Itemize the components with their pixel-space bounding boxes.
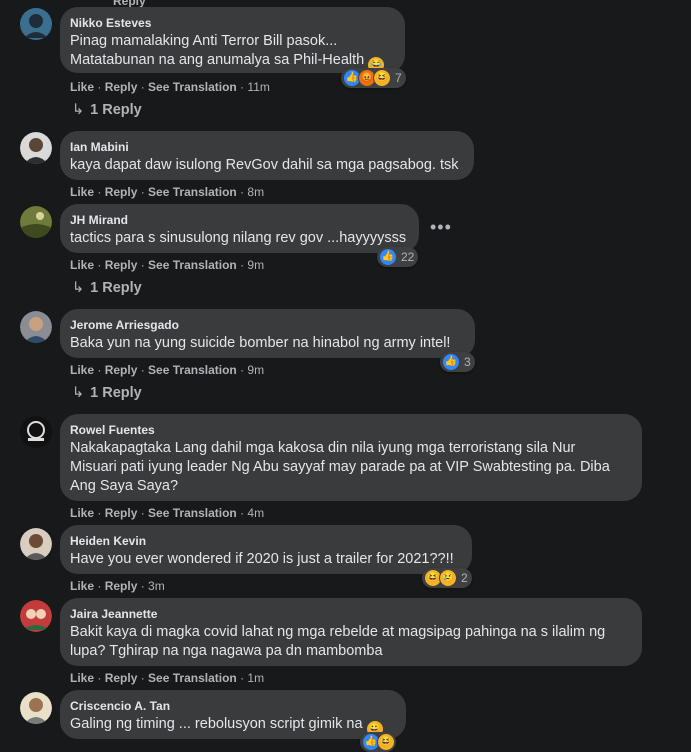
comment-bubble: Jerome Arriesgado Baka yun na yung suici… bbox=[60, 309, 475, 358]
comment-text-line: Pinag mamalaking Anti Terror Bill pasok.… bbox=[70, 33, 338, 49]
reply-button[interactable]: Reply bbox=[105, 506, 138, 520]
comment-author[interactable]: Heiden Kevin bbox=[70, 533, 460, 549]
reactions-summary[interactable]: 👍 3 bbox=[440, 352, 475, 372]
timestamp[interactable]: 1m bbox=[247, 671, 264, 685]
comment-bubble: Ian Mabini kaya dapat daw isulong RevGov… bbox=[60, 131, 474, 180]
timestamp[interactable]: 8m bbox=[247, 185, 264, 199]
comment-author[interactable]: Criscencio A. Tan bbox=[70, 698, 394, 714]
like-button[interactable]: Like bbox=[70, 671, 94, 685]
avatar[interactable] bbox=[20, 132, 52, 164]
comment-text-line: Nakakapagtaka Lang dahil mga kakosa din … bbox=[70, 440, 576, 456]
comment-actions: Like · Reply · See Translation · 9m bbox=[70, 363, 265, 377]
like-button[interactable]: Like bbox=[70, 579, 94, 593]
like-button[interactable]: Like bbox=[70, 363, 94, 377]
comment-author[interactable]: Jerome Arriesgado bbox=[70, 317, 463, 333]
reactions-summary[interactable]: 👍 😆 bbox=[360, 732, 396, 752]
see-translation-button[interactable]: See Translation bbox=[148, 80, 237, 94]
reaction-count: 22 bbox=[401, 250, 415, 264]
view-replies-button[interactable]: ↳ 1 Reply bbox=[72, 102, 142, 118]
reply-button[interactable]: Reply bbox=[105, 80, 138, 94]
more-options-icon[interactable]: ••• bbox=[430, 218, 452, 236]
comment-actions: Like · Reply · See Translation · 4m bbox=[70, 506, 265, 520]
avatar[interactable] bbox=[20, 416, 52, 448]
reactions-summary[interactable]: 👍 😡 😆 7 bbox=[341, 68, 406, 88]
view-replies-button[interactable]: ↳ 1 Reply bbox=[72, 385, 142, 401]
see-translation-button[interactable]: See Translation bbox=[148, 506, 237, 520]
reactions-summary[interactable]: 😆 😢 2 bbox=[422, 568, 472, 588]
comment-text-line: Galing ng timing ... rebolusyon script g… bbox=[70, 716, 363, 732]
comment-bubble: Rowel Fuentes Nakakapagtaka Lang dahil m… bbox=[60, 414, 642, 501]
comment-actions: Like · Reply · See Translation · 9m bbox=[70, 258, 265, 272]
comment-actions: Like · Reply · See Translation · 1m bbox=[70, 671, 265, 685]
reply-arrow-icon: ↳ bbox=[72, 102, 85, 118]
avatar[interactable] bbox=[20, 206, 52, 238]
comment-author[interactable]: Ian Mabini bbox=[70, 139, 462, 155]
view-replies-button[interactable]: ↳ 1 Reply bbox=[72, 280, 142, 296]
like-icon: 👍 bbox=[379, 248, 397, 266]
timestamp[interactable]: 3m bbox=[148, 579, 165, 593]
reply-button[interactable]: Reply bbox=[105, 579, 138, 593]
comment-text-line: lupa? Tghirap na nga nagawa pa dn mambom… bbox=[70, 643, 383, 659]
avatar[interactable] bbox=[20, 528, 52, 560]
reaction-count: 2 bbox=[461, 571, 468, 585]
like-button[interactable]: Like bbox=[70, 258, 94, 272]
reply-button[interactable]: Reply bbox=[105, 185, 138, 199]
comment-text-line: Have you ever wondered if 2020 is just a… bbox=[70, 551, 454, 567]
reaction-count: 7 bbox=[395, 71, 402, 85]
timestamp[interactable]: 11m bbox=[247, 80, 269, 94]
avatar[interactable] bbox=[20, 8, 52, 40]
comment-text-line: kaya dapat daw isulong RevGov dahil sa m… bbox=[70, 157, 459, 173]
reply-button[interactable]: Reply bbox=[105, 258, 138, 272]
comment-text-line: Ang Saya Saya? bbox=[70, 478, 179, 494]
comment-bubble: Heiden Kevin Have you ever wondered if 2… bbox=[60, 525, 472, 574]
reply-arrow-icon: ↳ bbox=[72, 280, 85, 296]
haha-icon: 😆 bbox=[377, 733, 395, 751]
comment-author[interactable]: JH Mirand bbox=[70, 212, 407, 228]
comment-text-line: tactics para s sinusulong nilang rev gov… bbox=[70, 230, 407, 246]
timestamp[interactable]: 4m bbox=[247, 506, 264, 520]
comment-actions: Like · Reply · See Translation · 8m bbox=[70, 185, 265, 199]
comment-text-line: Bakit kaya di magka covid lahat ng mga r… bbox=[70, 624, 606, 640]
reply-button[interactable]: Reply bbox=[105, 671, 138, 685]
comment-text-line: Misuari pati iyung leader Ng Abu sayyaf … bbox=[70, 459, 610, 475]
avatar[interactable] bbox=[20, 600, 52, 632]
haha-icon: 😆 bbox=[373, 69, 391, 87]
reply-arrow-icon: ↳ bbox=[72, 385, 85, 401]
comment-author[interactable]: Rowel Fuentes bbox=[70, 422, 630, 438]
avatar[interactable] bbox=[20, 692, 52, 724]
comment-author[interactable]: Jaira Jeannette bbox=[70, 606, 630, 622]
see-translation-button[interactable]: See Translation bbox=[148, 671, 237, 685]
avatar[interactable] bbox=[20, 311, 52, 343]
see-translation-button[interactable]: See Translation bbox=[148, 363, 237, 377]
comment-actions: Like · Reply · 3m bbox=[70, 579, 165, 593]
see-translation-button[interactable]: See Translation bbox=[148, 258, 237, 272]
comment-text-line: Baka yun na yung suicide bomber na hinab… bbox=[70, 335, 451, 351]
comment-bubble: Criscencio A. Tan Galing ng timing ... r… bbox=[60, 690, 406, 739]
like-icon: 👍 bbox=[442, 353, 460, 371]
comment-author[interactable]: Nikko Esteves bbox=[70, 15, 393, 31]
like-button[interactable]: Like bbox=[70, 185, 94, 199]
reactions-summary[interactable]: 👍 22 bbox=[377, 247, 419, 267]
timestamp[interactable]: 9m bbox=[247, 363, 264, 377]
reaction-count: 3 bbox=[464, 355, 471, 369]
like-button[interactable]: Like bbox=[70, 80, 94, 94]
sad-icon: 😢 bbox=[439, 569, 457, 587]
like-button[interactable]: Like bbox=[70, 506, 94, 520]
comment-bubble: Nikko Esteves Pinag mamalaking Anti Terr… bbox=[60, 7, 405, 73]
comment-bubble: Jaira Jeannette Bakit kaya di magka covi… bbox=[60, 598, 642, 666]
reply-button[interactable]: Reply bbox=[105, 363, 138, 377]
comment-bubble: JH Mirand tactics para s sinusulong nila… bbox=[60, 204, 419, 253]
comment-actions: Like · Reply · See Translation · 11m bbox=[70, 80, 270, 94]
timestamp[interactable]: 9m bbox=[247, 258, 264, 272]
see-translation-button[interactable]: See Translation bbox=[148, 185, 237, 199]
comment-text-line: Matatabunan na ang anumalya sa Phil-Heal… bbox=[70, 52, 365, 68]
